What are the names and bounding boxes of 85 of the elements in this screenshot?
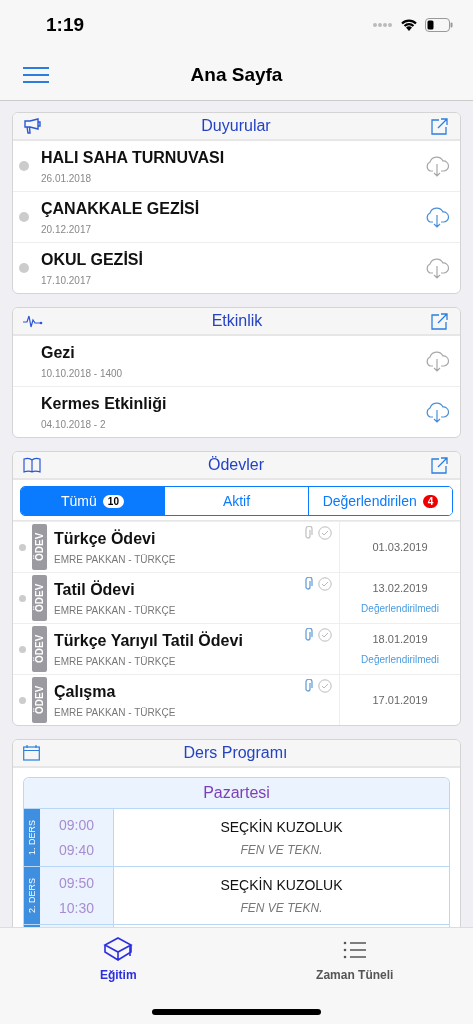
item-title: HALI SAHA TURNUVASI — [41, 148, 226, 167]
filter-tab[interactable]: Değerlendirilen 4 — [308, 487, 452, 515]
due-date: 13.02.2019 — [372, 582, 428, 594]
due-date: 18.01.2019 — [372, 633, 428, 645]
start-time: 09:00 — [58, 817, 94, 833]
homework-title: Tatil Ödevi — [54, 580, 135, 599]
announcement-item[interactable]: OKUL GEZİSİ 17.10.2017 — [13, 242, 460, 293]
section-title: Ders Programı — [182, 744, 289, 762]
evaluation-status: Değerlendirilmedi — [361, 603, 439, 614]
subject-name: FEN VE TEKN. — [240, 842, 323, 857]
section-title: Etkinlik — [210, 312, 264, 330]
homework-tag: ÖDEV — [32, 524, 47, 570]
calendar-icon — [23, 745, 40, 761]
book-icon — [23, 457, 41, 473]
filter-tab[interactable]: Tümü 10 — [21, 487, 164, 515]
cloud-download-icon[interactable] — [424, 257, 450, 279]
section-title: Duyurular — [200, 117, 272, 135]
item-date: 04.10.2018 - 2 — [41, 418, 107, 430]
subject-name: FEN VE TEKN. — [240, 900, 323, 915]
page-title: Ana Sayfa — [190, 64, 283, 86]
lesson-number: 1. DERS — [24, 809, 40, 866]
bullet-icon — [19, 645, 26, 653]
teacher-name: SEÇKİN KUZOLUK — [220, 818, 343, 835]
teacher-subject: EMRE PAKKAN - TÜRKÇE — [54, 655, 176, 667]
tab-bar-item[interactable]: Eğitim — [0, 928, 237, 990]
graduation-cap-icon — [103, 936, 134, 964]
bullet-icon — [19, 212, 29, 222]
homework-tag: ÖDEV — [32, 575, 47, 621]
cloud-download-icon[interactable] — [424, 350, 450, 372]
item-date: 20.12.2017 — [41, 223, 93, 235]
event-item[interactable]: Kermes Etkinliği 04.10.2018 - 2 — [13, 386, 460, 437]
external-link-icon[interactable] — [431, 117, 448, 135]
section-title: Ödevler — [207, 456, 265, 474]
bullet-icon — [19, 543, 26, 551]
count-badge: 4 — [422, 494, 439, 508]
check-circle-icon — [318, 577, 332, 591]
teacher-subject: EMRE PAKKAN - TÜRKÇE — [54, 553, 176, 565]
external-link-icon[interactable] — [431, 456, 448, 474]
homework-item[interactable]: ÖDEV Türkçe Yarıyıl Tatil Ödevi EMRE PAKKAN - TÜRKÇE 18.01.2019 Değerlendirilmedi — [13, 623, 460, 674]
homework-title: Türkçe Ödevi — [54, 529, 156, 548]
cloud-download-icon[interactable] — [424, 206, 450, 228]
cloud-download-icon[interactable] — [424, 155, 450, 177]
megaphone-icon — [23, 118, 41, 134]
item-date: 17.10.2017 — [41, 274, 93, 286]
signal-icon — [373, 22, 393, 28]
status-time: 1:19 — [46, 14, 85, 36]
external-link-icon[interactable] — [431, 312, 448, 330]
check-circle-icon — [318, 526, 332, 540]
day-header: Pazartesi — [24, 778, 449, 809]
wifi-icon — [400, 18, 418, 32]
event-item[interactable]: Gezi 10.10.2018 - 1400 — [13, 336, 460, 386]
announcement-item[interactable]: ÇANAKKALE GEZİSİ 20.12.2017 — [13, 191, 460, 242]
end-time: 10:30 — [58, 900, 94, 916]
due-date: 01.03.2019 — [372, 541, 428, 553]
check-circle-icon — [318, 679, 332, 693]
end-time: 09:40 — [58, 842, 94, 858]
evaluation-status: Değerlendirilmedi — [361, 654, 439, 665]
menu-button[interactable] — [23, 67, 49, 83]
bullet-icon — [19, 161, 29, 171]
item-title: OKUL GEZİSİ — [41, 250, 144, 269]
item-date: 10.10.2018 - 1400 — [41, 367, 124, 379]
teacher-subject: EMRE PAKKAN - TÜRKÇE — [54, 706, 176, 718]
start-time: 09:50 — [58, 875, 94, 891]
check-circle-icon — [318, 628, 332, 642]
teacher-subject: EMRE PAKKAN - TÜRKÇE — [54, 604, 176, 616]
bullet-icon — [19, 594, 26, 602]
cloud-download-icon[interactable] — [424, 401, 450, 423]
item-title: ÇANAKKALE GEZİSİ — [41, 199, 201, 218]
teacher-name: SEÇKİN KUZOLUK — [220, 876, 343, 893]
tab-bar-item[interactable]: Zaman Tüneli — [236, 928, 473, 990]
homework-tag: ÖDEV — [32, 677, 47, 723]
bullet-icon — [19, 696, 26, 704]
bullet-icon — [19, 263, 29, 273]
count-badge: 10 — [102, 494, 124, 508]
item-title: Gezi — [41, 343, 76, 362]
lesson-number: 2. DERS — [24, 867, 40, 924]
homework-title: Türkçe Yarıyıl Tatil Ödevi — [54, 631, 243, 650]
homework-title: Çalışma — [54, 682, 116, 701]
battery-icon — [425, 18, 453, 32]
homework-tag: ÖDEV — [32, 626, 47, 672]
item-date: 26.01.2018 — [41, 172, 93, 184]
announcement-item[interactable]: HALI SAHA TURNUVASI 26.01.2018 — [13, 141, 460, 191]
due-date: 17.01.2019 — [372, 694, 428, 706]
pulse-icon — [23, 314, 43, 328]
item-title: Kermes Etkinliği — [41, 394, 168, 413]
